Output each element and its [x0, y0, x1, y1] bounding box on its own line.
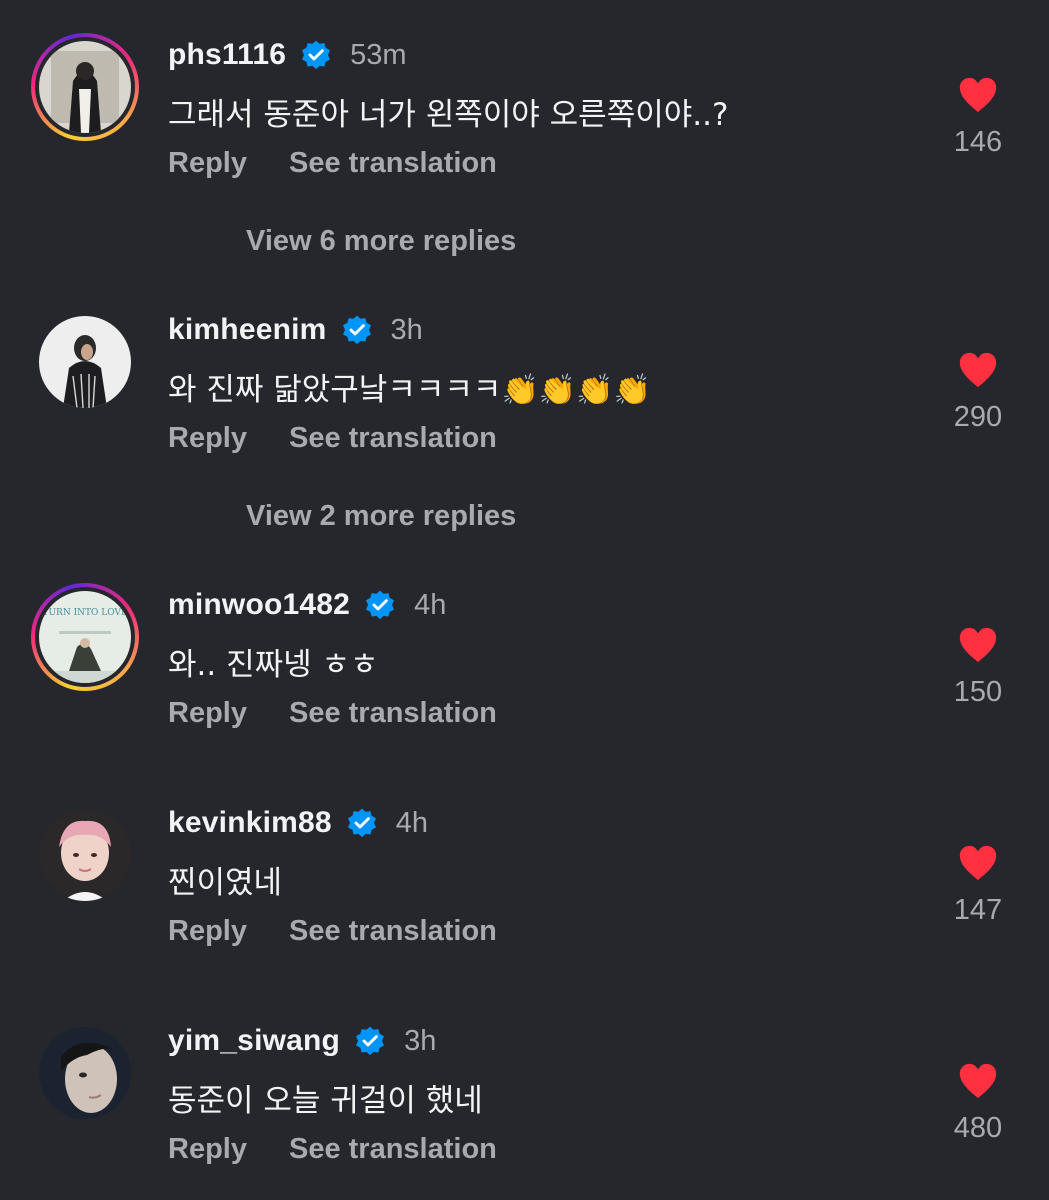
- see-translation-button[interactable]: See translation: [289, 147, 497, 180]
- comment-actions: Reply See translation: [168, 422, 497, 455]
- timestamp: 53m: [350, 38, 407, 71]
- heart-icon[interactable]: [957, 626, 999, 664]
- avatar-image: [39, 809, 131, 901]
- see-translation-button[interactable]: See translation: [289, 915, 497, 948]
- timestamp: 3h: [390, 313, 423, 346]
- heart-icon[interactable]: [957, 76, 999, 114]
- avatar[interactable]: TURN INTO LOVE: [31, 583, 139, 691]
- avatar[interactable]: [31, 33, 139, 141]
- like-count: 146: [953, 126, 1003, 158]
- avatar-image: [39, 316, 131, 408]
- reply-button[interactable]: Reply: [168, 422, 247, 455]
- comment-text: 와 진짜 닮았구낰ㅋㅋㅋㅋ: [168, 372, 502, 408]
- comment-text: 동준이 오늘 귀걸이 했네: [168, 1083, 483, 1119]
- heart-icon[interactable]: [957, 351, 999, 389]
- view-replies-button[interactable]: View 2 more replies: [246, 500, 516, 533]
- verified-badge-icon: [302, 40, 331, 70]
- comment-text: 그래서 동준아 너가 왼쪽이야 오른쪽이야..?: [168, 97, 729, 133]
- comment-actions: Reply See translation: [168, 915, 497, 948]
- see-translation-button[interactable]: See translation: [289, 697, 497, 730]
- view-replies-button[interactable]: View 6 more replies: [246, 225, 516, 258]
- avatar[interactable]: [31, 1019, 139, 1127]
- comment-text: 와.. 진짜넹 ㅎㅎ: [168, 647, 379, 683]
- avatar-caption: TURN INTO LOVE: [42, 608, 127, 618]
- like-container: 480: [940, 1062, 1016, 1145]
- see-translation-button[interactable]: See translation: [289, 422, 497, 455]
- like-count: 147: [953, 894, 1003, 926]
- avatar[interactable]: [31, 801, 139, 909]
- comment-meta: yim_siwang 3h: [168, 1019, 436, 1063]
- avatar-image: TURN INTO LOVE: [39, 591, 131, 683]
- like-count: 150: [953, 676, 1003, 708]
- verified-badge-icon: [356, 1026, 385, 1056]
- like-container: 290: [940, 351, 1016, 434]
- verified-badge-icon: [347, 808, 376, 838]
- avatar-image: [39, 1027, 131, 1119]
- comment-text: 찐이였네: [168, 865, 283, 901]
- comment-meta: kimheenim 3h: [168, 308, 423, 352]
- avatar-image: [39, 41, 131, 133]
- comment-meta: minwoo1482 4h: [168, 583, 446, 627]
- comment-meta: phs1116 53m: [168, 33, 407, 77]
- reply-button[interactable]: Reply: [168, 1133, 247, 1166]
- timestamp: 4h: [414, 588, 447, 621]
- reply-button[interactable]: Reply: [168, 147, 247, 180]
- heart-icon[interactable]: [957, 1062, 999, 1100]
- like-count: 290: [953, 401, 1003, 433]
- heart-icon[interactable]: [957, 844, 999, 882]
- like-count: 480: [953, 1112, 1003, 1144]
- comment-actions: Reply See translation: [168, 147, 497, 180]
- username[interactable]: kimheenim: [168, 313, 327, 347]
- username[interactable]: yim_siwang: [168, 1024, 340, 1058]
- timestamp: 4h: [395, 806, 429, 839]
- comment-meta: kevinkim88 4h: [168, 801, 428, 845]
- username[interactable]: kevinkim88: [168, 806, 332, 840]
- avatar[interactable]: [31, 308, 139, 416]
- reply-button[interactable]: Reply: [168, 697, 247, 730]
- like-container: 146: [940, 76, 1016, 159]
- clapping-hands-emoji: 👏👏👏👏: [501, 373, 651, 408]
- see-translation-button[interactable]: See translation: [289, 1133, 497, 1166]
- comment-actions: Reply See translation: [168, 1133, 497, 1166]
- verified-badge-icon: [366, 590, 395, 620]
- timestamp: 3h: [404, 1024, 437, 1057]
- like-container: 150: [940, 626, 1016, 709]
- story-ring: TURN INTO LOVE: [31, 583, 139, 691]
- comment-actions: Reply See translation: [168, 697, 497, 730]
- comment-text-row: 와 진짜 닮았구낰ㅋㅋㅋㅋ👏👏👏👏: [168, 364, 651, 409]
- story-ring: [31, 33, 139, 141]
- username[interactable]: minwoo1482: [168, 588, 350, 622]
- reply-button[interactable]: Reply: [168, 915, 247, 948]
- like-container: 147: [940, 844, 1016, 927]
- verified-badge-icon: [342, 315, 371, 345]
- username[interactable]: phs1116: [168, 38, 286, 72]
